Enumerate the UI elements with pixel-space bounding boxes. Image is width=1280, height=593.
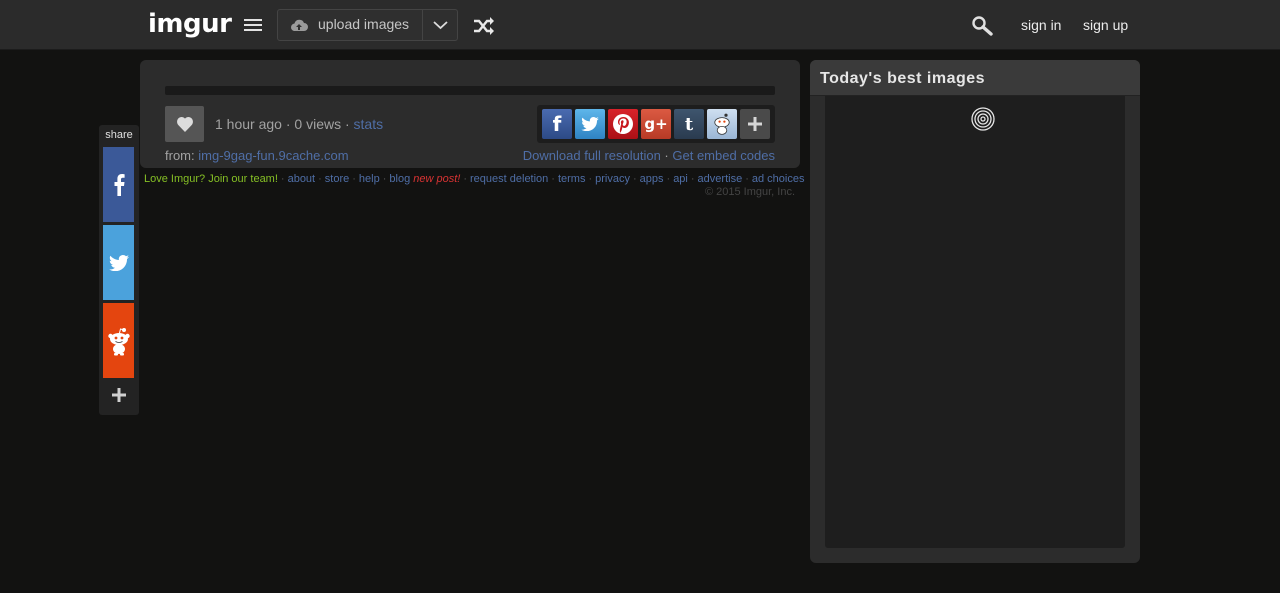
footer-request-deletion-link[interactable]: request deletion xyxy=(470,173,548,185)
upload-images-label: upload images xyxy=(318,16,410,32)
get-embed-codes-link[interactable]: Get embed codes xyxy=(672,148,775,163)
reddit-alien-icon xyxy=(107,327,130,355)
source-link[interactable]: img-9gag-fun.9cache.com xyxy=(198,148,348,163)
more-share-icon[interactable] xyxy=(740,109,770,139)
share-sidebar: share xyxy=(99,125,139,415)
facebook-icon xyxy=(114,173,125,196)
sign-up-link[interactable]: sign up xyxy=(1083,17,1128,33)
copyright: © 2015 Imgur, Inc. xyxy=(704,186,795,198)
best-images-panel: Today's best images xyxy=(810,60,1140,563)
upload-dropdown-button[interactable] xyxy=(422,10,457,40)
favorite-button[interactable] xyxy=(165,106,204,142)
search-icon[interactable] xyxy=(971,15,993,37)
footer-advertise-link[interactable]: advertise xyxy=(698,173,743,185)
shuffle-icon[interactable] xyxy=(473,17,495,35)
cloud-upload-icon xyxy=(291,19,308,31)
footer-privacy-link[interactable]: privacy xyxy=(595,173,630,185)
upload-images-group: upload images xyxy=(277,9,458,41)
menu-icon[interactable] xyxy=(244,19,262,33)
post-meta: 1 hour ago · 0 views · stats xyxy=(215,116,384,132)
pinterest-share-icon[interactable] xyxy=(608,109,638,139)
footer-links: Love Imgur? Join our team! · about · store · h… xyxy=(144,173,805,185)
chevron-down-icon xyxy=(433,21,448,30)
footer-blog-link[interactable]: blog xyxy=(389,173,410,185)
stats-link[interactable]: stats xyxy=(354,116,384,132)
best-images-list xyxy=(825,96,1125,548)
view-count: 0 views xyxy=(294,116,342,132)
upload-images-button[interactable]: upload images xyxy=(278,10,422,40)
share-twitter-button[interactable] xyxy=(103,225,134,300)
footer-api-link[interactable]: api xyxy=(673,173,688,185)
plus-icon xyxy=(111,388,126,402)
download-full-resolution-link[interactable]: Download full resolution xyxy=(523,148,661,163)
google-plus-share-icon[interactable]: g+ xyxy=(641,109,671,139)
new-post-badge: new post! xyxy=(413,173,461,185)
image-placeholder xyxy=(165,86,775,95)
footer-apps-link[interactable]: apps xyxy=(640,173,664,185)
footer-store-link[interactable]: store xyxy=(325,173,349,185)
share-title: share xyxy=(105,129,133,141)
heart-icon xyxy=(176,116,193,132)
share-icons-bar: f g+ t xyxy=(537,105,775,143)
footer-ad-choices-link[interactable]: ad choices xyxy=(752,173,805,185)
top-bar: imgur upload images sign in sign up xyxy=(0,0,1280,50)
share-reddit-button[interactable] xyxy=(103,303,134,378)
share-more-button[interactable] xyxy=(103,381,134,409)
twitter-icon xyxy=(108,254,129,271)
source-line: from: img-9gag-fun.9cache.com xyxy=(165,148,349,163)
join-team-link[interactable]: Love Imgur? Join our team! xyxy=(144,173,278,185)
footer-terms-link[interactable]: terms xyxy=(558,173,586,185)
reddit-share-icon[interactable] xyxy=(707,109,737,139)
imgur-logo[interactable]: imgur xyxy=(148,9,232,39)
tumblr-share-icon[interactable]: t xyxy=(674,109,704,139)
facebook-share-icon[interactable]: f xyxy=(542,109,572,139)
download-embed-line: Download full resolution · Get embed cod… xyxy=(522,148,775,163)
from-label: from: xyxy=(165,148,195,163)
twitter-share-icon[interactable] xyxy=(575,109,605,139)
loading-spinner-icon xyxy=(971,107,995,131)
post-panel: 1 hour ago · 0 views · stats f g+ t from… xyxy=(140,60,800,168)
sign-in-link[interactable]: sign in xyxy=(1021,17,1061,33)
best-images-title: Today's best images xyxy=(810,60,1140,96)
footer-about-link[interactable]: about xyxy=(288,173,316,185)
time-ago: 1 hour ago xyxy=(215,116,282,132)
footer-help-link[interactable]: help xyxy=(359,173,380,185)
share-facebook-button[interactable] xyxy=(103,147,134,222)
